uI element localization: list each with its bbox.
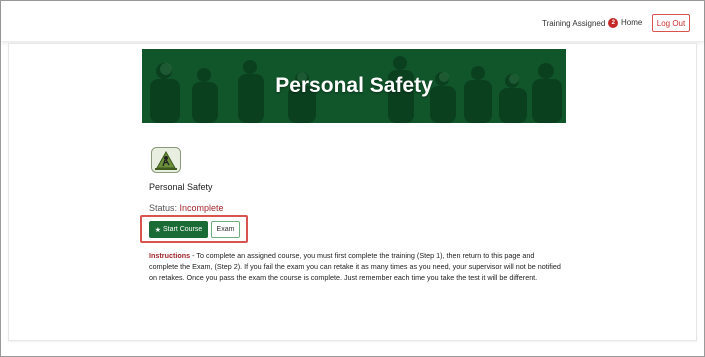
banner-title: Personal Safety <box>275 74 433 97</box>
worker-safety-icon <box>151 147 181 173</box>
top-navbar: Training Assigned 2 Home Log Out <box>1 1 704 41</box>
start-course-button[interactable]: ★ Start Course <box>149 221 208 238</box>
status-label: Status: <box>149 203 178 213</box>
star-icon: ★ <box>154 226 161 234</box>
logout-button[interactable]: Log Out <box>652 14 690 32</box>
exam-button[interactable]: Exam <box>211 221 240 238</box>
instructions-label: Instructions <box>149 251 191 260</box>
course-status: Status: Incomplete <box>149 203 224 213</box>
training-count-badge: 2 <box>608 18 619 28</box>
home-link[interactable]: Home <box>621 18 642 27</box>
start-course-label: Start Course <box>162 226 203 233</box>
training-assigned-label: Training Assigned <box>542 18 606 28</box>
course-name: Personal Safety <box>149 182 213 192</box>
course-banner: Personal Safety <box>142 49 566 123</box>
instructions-body: - To complete an assigned course, you mu… <box>149 251 561 282</box>
status-value: Incomplete <box>179 203 224 213</box>
training-assigned-link[interactable]: Training Assigned 2 <box>542 18 619 28</box>
instructions-text: Instructions - To complete an assigned c… <box>149 250 561 283</box>
